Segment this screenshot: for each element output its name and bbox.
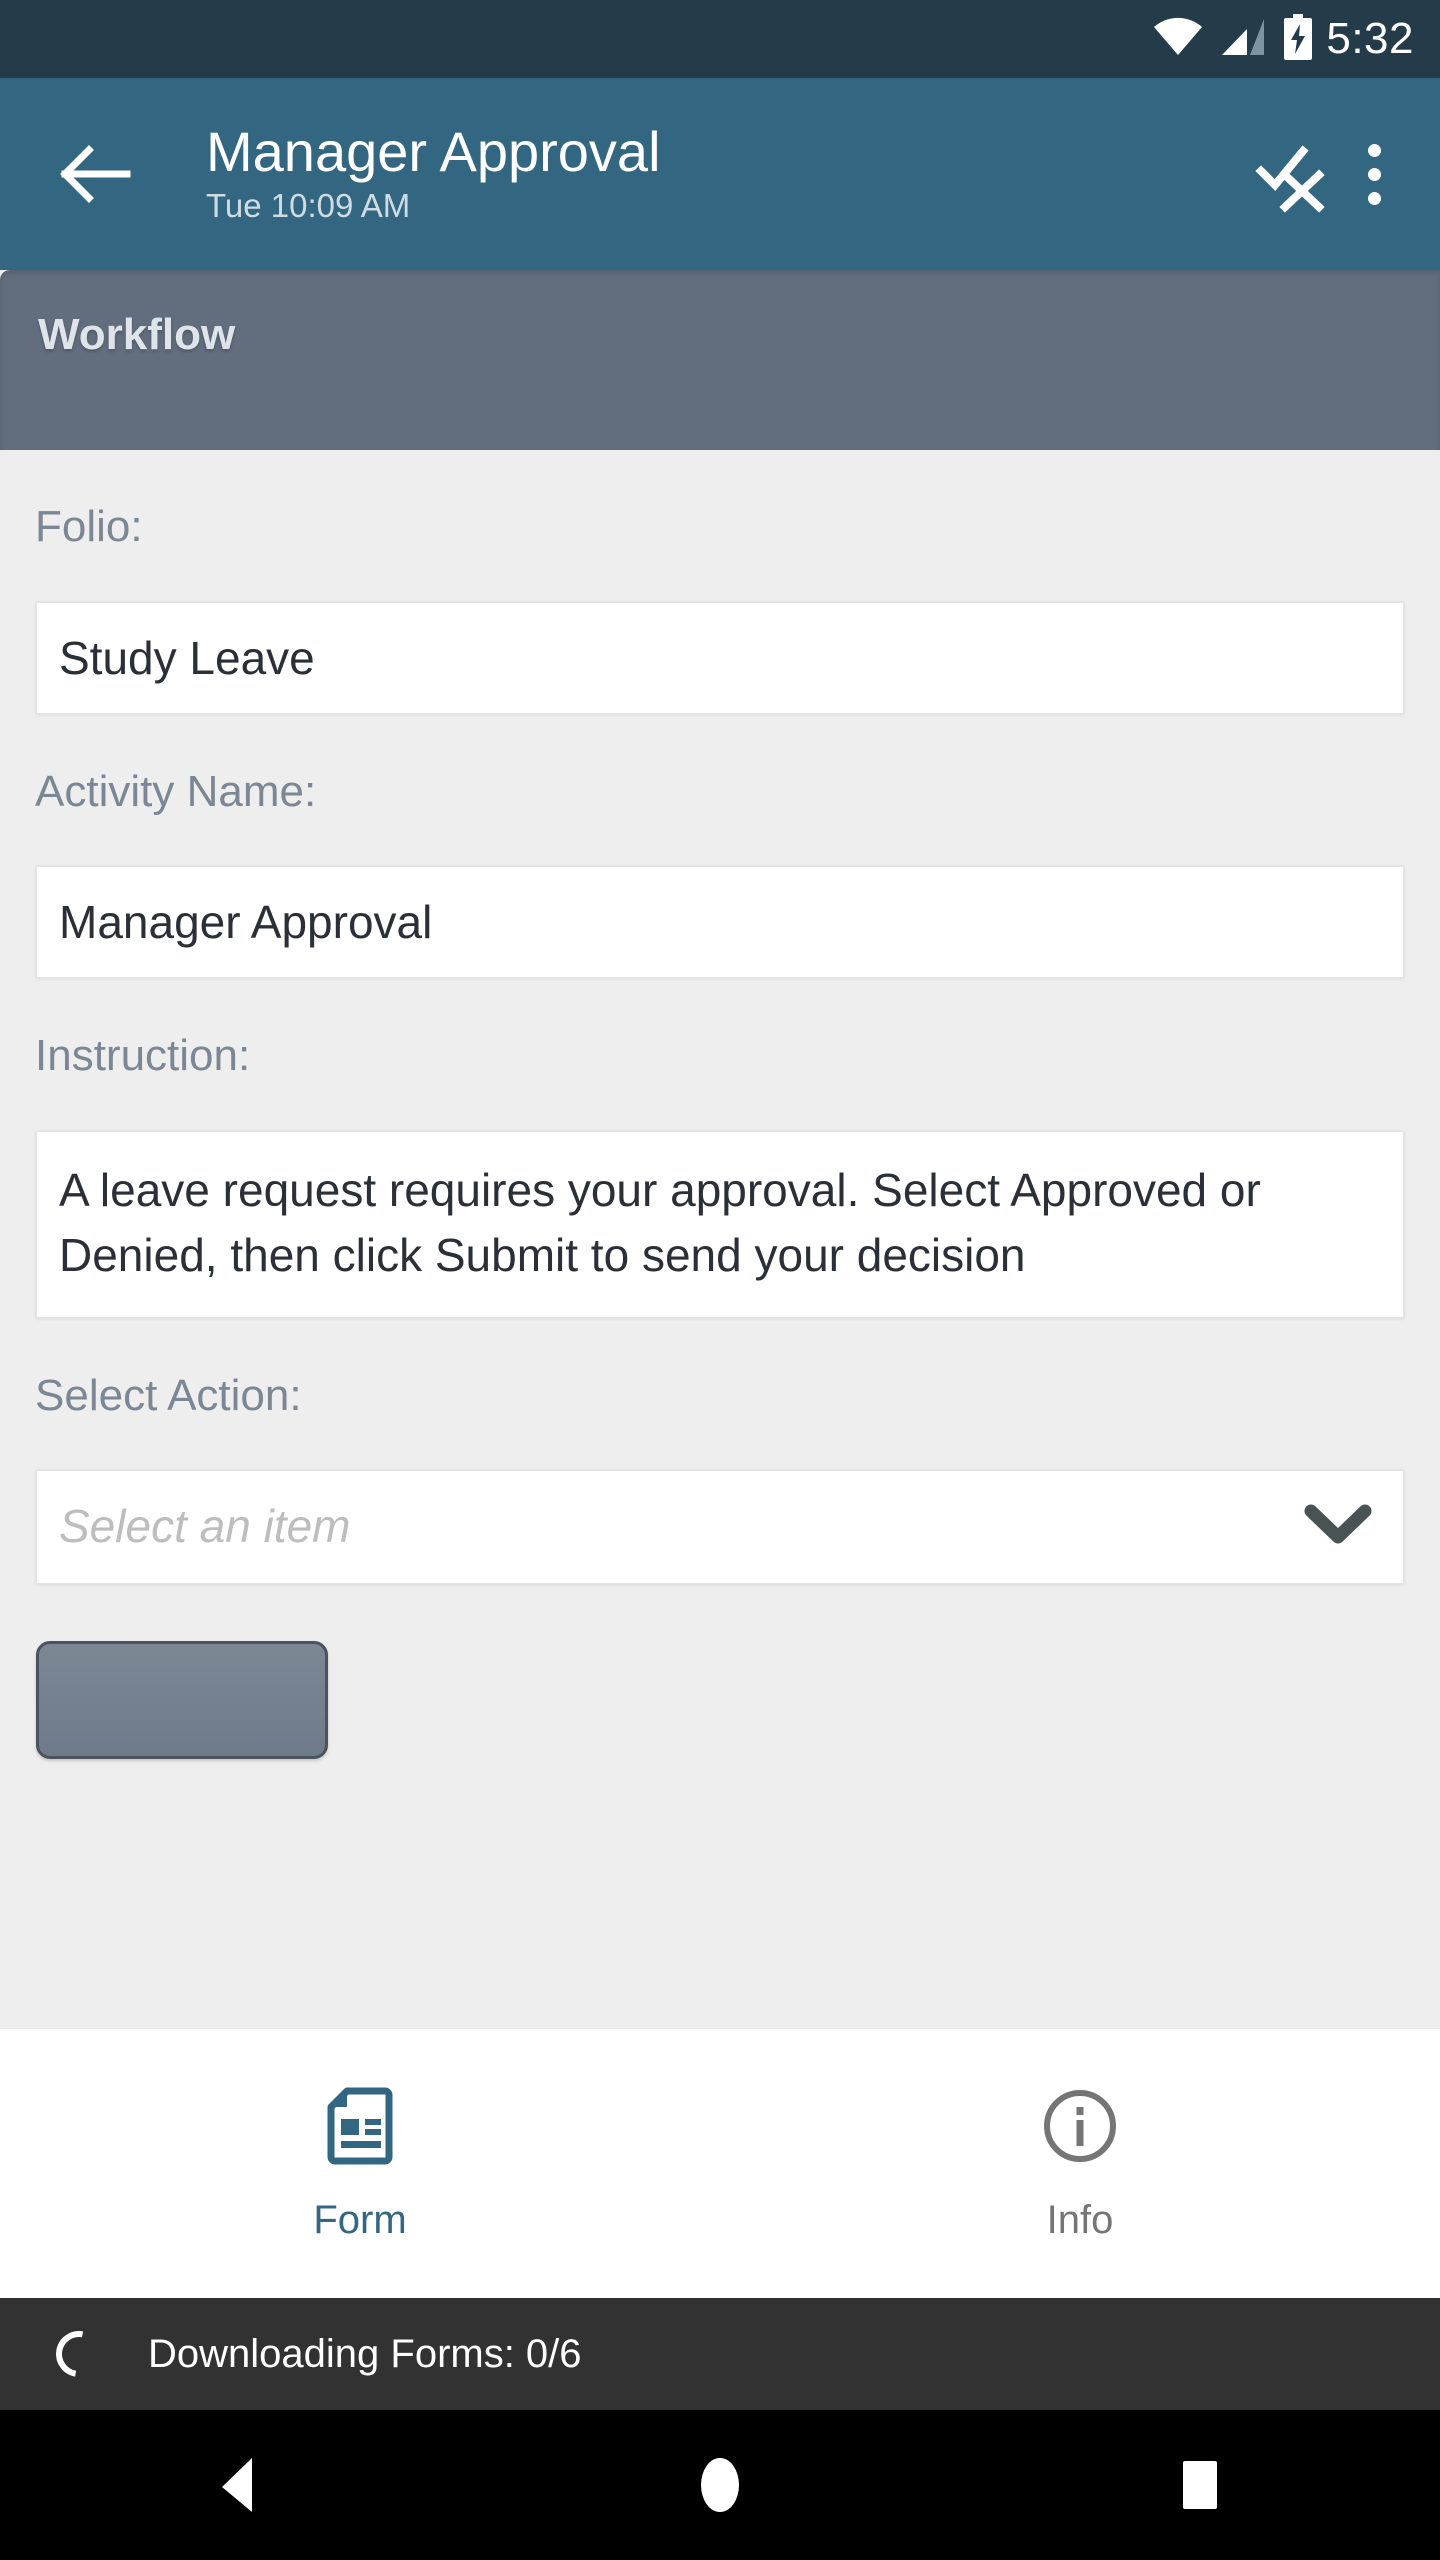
folio-label: Folio: (35, 502, 143, 551)
status-bar-clock: 5:32 (1326, 14, 1414, 63)
submit-button[interactable] (36, 1640, 328, 1759)
download-status-text: Downloading Forms: 0/6 (148, 2332, 582, 2376)
app-bar-titles: Manager Approval Tue 10:09 AM (206, 123, 1238, 224)
bottom-tab-bar: Form Info (0, 2028, 1440, 2298)
page-subtitle: Tue 10:09 AM (206, 187, 411, 225)
app-bar: Manager Approval Tue 10:09 AM (0, 78, 1440, 270)
more-vertical-icon (1367, 191, 1381, 205)
document-form-icon (327, 2087, 393, 2170)
tab-form[interactable]: Form (0, 2029, 720, 2298)
chevron-down-icon (1303, 1503, 1373, 1552)
more-vertical-icon (1367, 167, 1381, 181)
loading-spinner-icon (46, 2321, 112, 2387)
info-circle-icon (1041, 2087, 1119, 2170)
folio-value: Study Leave (59, 631, 315, 684)
nav-recents-square-icon (1183, 2461, 1217, 2509)
select-action-placeholder: Select an item (59, 1500, 351, 1553)
activity-name-value: Manager Approval (59, 896, 433, 949)
activity-name-label: Activity Name: (35, 766, 317, 816)
more-vertical-icon (1367, 143, 1381, 157)
back-arrow-icon (60, 145, 131, 203)
page-title: Manager Approval (206, 120, 661, 184)
nav-back-button[interactable] (150, 2410, 330, 2560)
tab-form-label: Form (313, 2198, 407, 2242)
tab-info[interactable]: Info (720, 2029, 1440, 2298)
wifi-icon (1152, 17, 1204, 62)
cellular-signal-icon (1220, 17, 1266, 62)
section-header-label: Workflow (38, 310, 236, 359)
folio-field[interactable]: Study Leave (35, 600, 1405, 715)
status-bar: 5:32 (0, 0, 1440, 78)
phone-screen: 5:32 Manager Approval Tue 10:09 AM Workf… (0, 0, 1440, 2560)
form-content: Folio: Study Leave Activity Name: Manage… (0, 450, 1440, 2028)
instruction-value: A leave request requires your approval. … (59, 1163, 1261, 1282)
approve-deny-button[interactable] (1238, 122, 1342, 226)
android-nav-bar (0, 2410, 1440, 2560)
select-action-label: Select Action: (35, 1370, 302, 1420)
instruction-label: Instruction: (35, 1031, 251, 1081)
overflow-menu-button[interactable] (1342, 122, 1406, 226)
status-bar-icons (1152, 13, 1314, 65)
instruction-field[interactable]: A leave request requires your approval. … (35, 1129, 1405, 1319)
nav-home-button[interactable] (630, 2410, 810, 2560)
activity-name-field[interactable]: Manager Approval (35, 865, 1405, 980)
nav-home-circle-icon (701, 2458, 739, 2512)
tab-info-label: Info (1046, 2198, 1114, 2242)
section-header-workflow: Workflow (0, 270, 1440, 450)
nav-recents-button[interactable] (1110, 2410, 1290, 2560)
nav-back-triangle-icon (222, 2458, 252, 2512)
select-action-dropdown[interactable]: Select an item (35, 1469, 1405, 1585)
approve-deny-check-x-icon (1255, 145, 1325, 213)
battery-charging-icon (1282, 13, 1314, 65)
download-snackbar: Downloading Forms: 0/6 (0, 2298, 1440, 2410)
back-button[interactable] (46, 126, 142, 222)
